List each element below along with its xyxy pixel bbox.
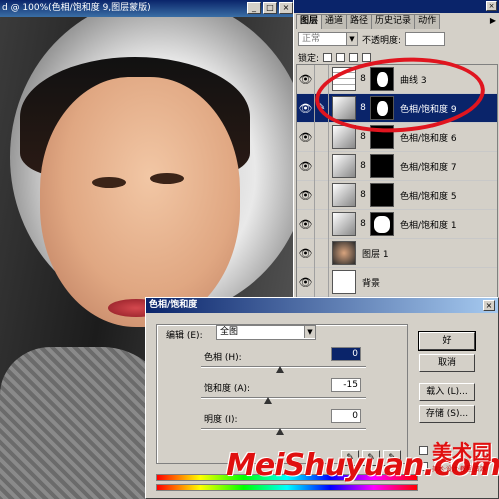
save-button[interactable]: 存储 (S)... [419, 405, 475, 423]
layer-name: 色相/饱和度 5 [400, 191, 457, 202]
opacity-label: 不透明度: [362, 35, 402, 46]
eye-icon[interactable]: 👁 [297, 209, 315, 239]
palette-tabs: 图层 通道 路径 历史记录 动作 ▶ [294, 14, 499, 29]
close-icon[interactable]: × [483, 300, 495, 311]
photo-eye-right [150, 173, 184, 184]
layer-row[interactable]: 👁 8 色相/饱和度 1 [297, 209, 497, 239]
lightness-slider-thumb[interactable] [276, 428, 284, 435]
eye-icon[interactable]: 👁 [297, 122, 315, 152]
adjustment-thumbnail [332, 183, 356, 207]
tab-layers[interactable]: 图层 [296, 14, 323, 29]
load-button[interactable]: 载入 (L)... [419, 383, 475, 401]
layer-mask-thumbnail[interactable] [370, 183, 394, 207]
layer-name: 背景 [362, 278, 381, 289]
color-spectrum-bar-bottom [156, 484, 418, 491]
chevron-down-icon: ▼ [304, 326, 315, 338]
palette-menu-arrow-icon[interactable]: ▶ [490, 14, 499, 29]
layer-name: 色相/饱和度 7 [400, 162, 457, 173]
tab-paths[interactable]: 路径 [346, 14, 373, 29]
layer-row[interactable]: 👁 8 色相/饱和度 5 [297, 180, 497, 210]
lock-label: 锁定: [298, 53, 320, 64]
hue-slider-thumb[interactable] [276, 366, 284, 373]
hue-label: 色相 (H): [204, 353, 242, 363]
layer-row[interactable]: 👁 图层 1 [297, 238, 497, 268]
photo-face [40, 77, 240, 327]
chain-link-icon[interactable]: 8 [358, 132, 368, 142]
hue-input[interactable]: 0 [331, 347, 361, 361]
chevron-down-icon: ▼ [346, 33, 357, 45]
palette-title-bar[interactable] [294, 0, 499, 13]
layer-link-cell[interactable] [315, 238, 329, 268]
photo-thumbnail [332, 241, 356, 265]
blend-mode-select[interactable]: 正常 ▼ [298, 32, 358, 46]
lightness-input[interactable]: 0 [331, 409, 361, 423]
background-thumbnail [332, 270, 356, 294]
dialog-title[interactable]: 色相/饱和度 [146, 298, 498, 313]
blend-mode-value: 正常 [302, 34, 321, 44]
eye-icon[interactable]: 👁 [297, 65, 315, 94]
saturation-slider-track[interactable] [201, 397, 366, 399]
saturation-input[interactable]: -15 [331, 378, 361, 392]
layer-link-cell[interactable] [315, 180, 329, 210]
lightness-label: 明度 (I): [204, 415, 238, 425]
watermark-logo: 美术园 美术·设计·教程·资源 [432, 440, 496, 490]
layer-name: 色相/饱和度 1 [400, 220, 457, 231]
saturation-slider-thumb[interactable] [264, 397, 272, 404]
layer-row[interactable]: 👁 背景 [297, 267, 497, 297]
layer-mask-thumbnail[interactable] [370, 212, 394, 236]
eye-icon[interactable]: 👁 [297, 180, 315, 210]
lock-all-checkbox[interactable] [362, 52, 372, 62]
watermark-logo-subtitle: 美术·设计·教程·资源 [432, 466, 486, 473]
eye-icon[interactable]: 👁 [297, 267, 315, 297]
close-icon[interactable]: × [279, 2, 293, 14]
layer-row[interactable]: 👁 8 色相/饱和度 7 [297, 151, 497, 181]
maximize-icon[interactable]: □ [263, 2, 277, 14]
eye-icon[interactable]: 👁 [297, 238, 315, 268]
tab-actions[interactable]: 动作 [414, 14, 441, 29]
layer-name: 图层 1 [362, 249, 389, 260]
edit-channel-select[interactable]: 全图 ▼ [216, 325, 316, 340]
layer-link-cell[interactable] [315, 267, 329, 297]
blend-row: 正常 ▼ 不透明度: [294, 29, 499, 49]
saturation-label: 饱和度 (A): [204, 384, 251, 394]
ok-button[interactable]: 好 [418, 331, 476, 351]
layer-name: 色相/饱和度 6 [400, 133, 457, 144]
cancel-button[interactable]: 取消 [419, 354, 475, 372]
adjustment-group [156, 324, 408, 464]
opacity-input[interactable] [405, 32, 446, 46]
document-window-controls: _ □ × [247, 2, 293, 14]
lock-position-checkbox[interactable] [349, 52, 359, 62]
adjustment-thumbnail [332, 154, 356, 178]
palette-close-icon[interactable]: × [486, 1, 497, 11]
eye-icon[interactable]: 👁 [297, 151, 315, 181]
chain-link-icon[interactable]: 8 [358, 161, 368, 171]
tab-channels[interactable]: 通道 [321, 14, 348, 29]
eye-icon[interactable]: 👁 [297, 93, 315, 123]
tab-history[interactable]: 历史记录 [371, 14, 416, 29]
layer-link-cell[interactable] [315, 151, 329, 181]
layers-palette: × 图层 通道 路径 历史记录 动作 ▶ 正常 ▼ 不透明度: 锁定: 👁 8 … [293, 0, 499, 300]
layer-link-cell[interactable] [315, 209, 329, 239]
chain-link-icon[interactable]: 8 [358, 219, 368, 229]
edit-channel-value: 全图 [220, 327, 239, 337]
lock-transparency-checkbox[interactable] [323, 52, 333, 62]
adjustment-thumbnail [332, 212, 356, 236]
chain-link-icon[interactable]: 8 [358, 190, 368, 200]
lock-image-checkbox[interactable] [336, 52, 346, 62]
layer-link-cell[interactable] [315, 122, 329, 152]
edit-label: 编辑 (E): [166, 331, 203, 341]
watermark-logo-title: 美术园 [432, 440, 492, 464]
minimize-icon[interactable]: _ [247, 2, 261, 14]
photo-eye-left [92, 177, 126, 188]
layer-mask-thumbnail[interactable] [370, 154, 394, 178]
